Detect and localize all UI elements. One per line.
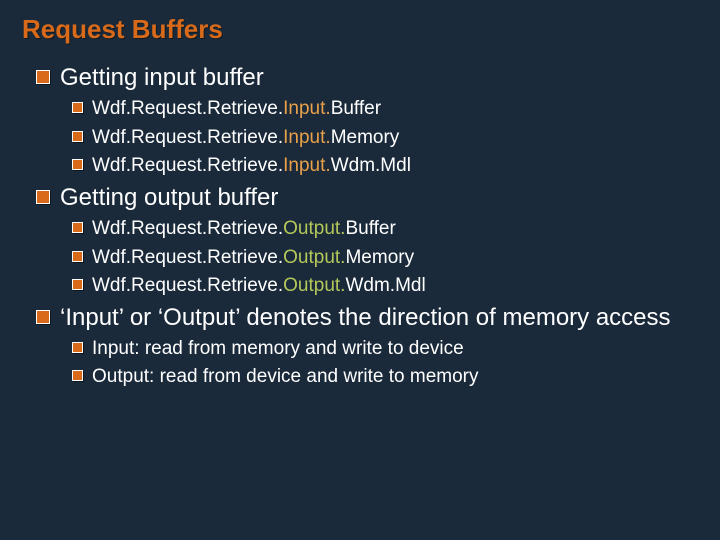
sub-text: Input: read from memory and write to dev… [92,338,464,359]
bullet-list-level2: Wdf.Request.Retrieve.Input.Buffer Wdf.Re… [36,96,698,179]
bullet-icon [72,279,83,290]
list-item: Wdf.Request.Retrieve.Input.Buffer [72,96,698,122]
list-item: Wdf.Request.Retrieve.Output.Memory [72,245,698,271]
list-item: Getting input buffer Wdf.Request.Retriev… [36,63,698,179]
api-suffix: Memory [331,127,400,148]
api-prefix: Wdf.Request.Retrieve. [92,275,283,296]
api-highlight: Output. [283,247,345,268]
list-item: Wdf.Request.Retrieve.Output.Buffer [72,216,698,242]
api-suffix: Memory [345,247,414,268]
bullet-icon [72,102,83,113]
heading-text: Getting input buffer [60,64,264,91]
bullet-list-level2: Wdf.Request.Retrieve.Output.Buffer Wdf.R… [36,216,698,299]
api-suffix: Buffer [345,218,395,239]
api-prefix: Wdf.Request.Retrieve. [92,98,283,119]
list-item: Getting output buffer Wdf.Request.Retrie… [36,183,698,299]
bullet-icon [36,310,50,324]
list-item: Output: read from device and write to me… [72,364,698,390]
slide-title: Request Buffers [22,14,698,45]
bullet-icon [72,222,83,233]
bullet-icon [36,190,50,204]
api-prefix: Wdf.Request.Retrieve. [92,218,283,239]
api-prefix: Wdf.Request.Retrieve. [92,127,283,148]
bullet-icon [72,342,83,353]
list-item: Wdf.Request.Retrieve.Input.Wdm.Mdl [72,153,698,179]
api-prefix: Wdf.Request.Retrieve. [92,247,283,268]
list-item: Input: read from memory and write to dev… [72,336,698,362]
bullet-icon [36,70,50,84]
api-prefix: Wdf.Request.Retrieve. [92,155,283,176]
bullet-list-level1: Getting input buffer Wdf.Request.Retriev… [22,63,698,390]
list-item: ‘Input’ or ‘Output’ denotes the directio… [36,303,698,390]
bullet-icon [72,251,83,262]
bullet-icon [72,131,83,142]
api-highlight: Input. [283,155,331,176]
slide: Request Buffers Getting input buffer Wdf… [0,0,720,540]
api-suffix: Buffer [331,98,381,119]
api-highlight: Output. [283,275,345,296]
bullet-icon [72,370,83,381]
list-item: Wdf.Request.Retrieve.Input.Memory [72,125,698,151]
api-highlight: Input. [283,98,331,119]
heading-text: Getting output buffer [60,184,278,211]
list-item: Wdf.Request.Retrieve.Output.Wdm.Mdl [72,273,698,299]
sub-text: Output: read from device and write to me… [92,366,479,387]
api-highlight: Input. [283,127,331,148]
bullet-list-level2: Input: read from memory and write to dev… [36,336,698,390]
api-suffix: Wdm.Mdl [331,155,411,176]
api-highlight: Output. [283,218,345,239]
api-suffix: Wdm.Mdl [345,275,425,296]
bullet-icon [72,159,83,170]
heading-text: ‘Input’ or ‘Output’ denotes the directio… [60,304,671,331]
